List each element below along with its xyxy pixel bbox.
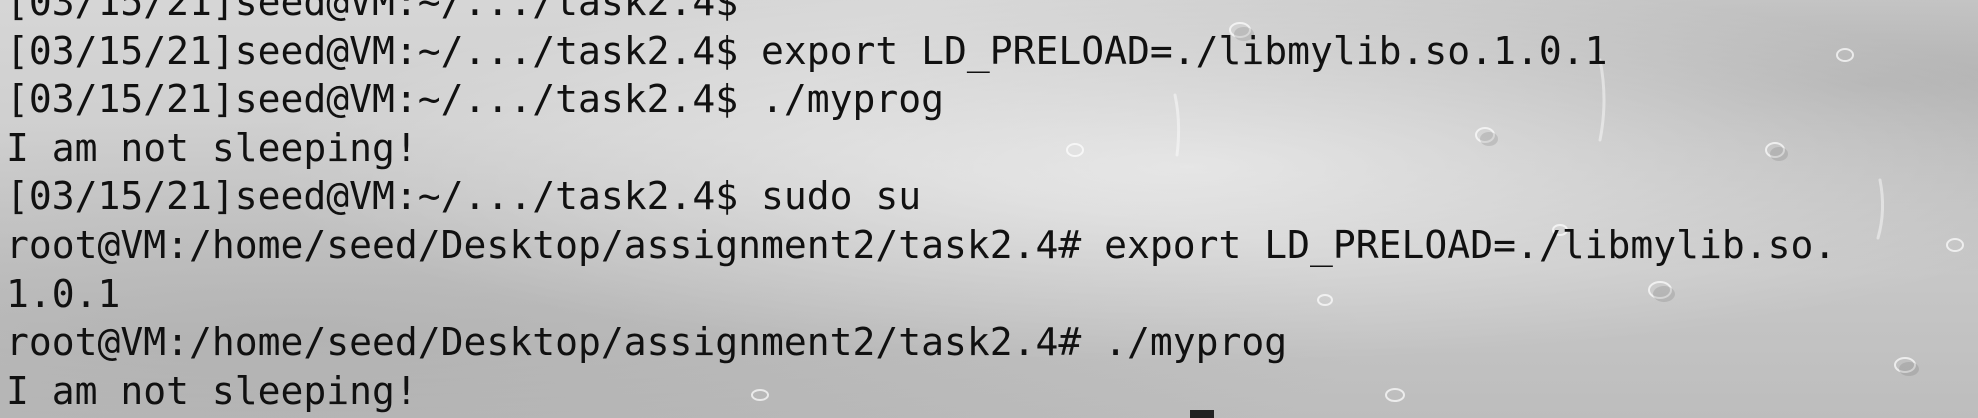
terminal-line: I am not sleeping! [6, 125, 418, 170]
terminal-window[interactable]: [03/15/21]seed@VM:~/.../task2.4$ [03/15/2… [0, 0, 1978, 418]
droplet-shadow [1899, 362, 1919, 376]
droplet [1894, 357, 1916, 373]
terminal-line: [03/15/21]seed@VM:~/.../task2.4$ [6, 0, 739, 24]
droplet [1836, 48, 1854, 62]
terminal-output: [03/15/21]seed@VM:~/.../task2.4$ [03/15/2… [6, 0, 1836, 415]
terminal-line: 1.0.1 [6, 271, 121, 316]
terminal-line: [03/15/21]seed@VM:~/.../task2.4$ export … [6, 28, 1608, 73]
terminal-line: root@VM:/home/seed/Desktop/assignment2/t… [6, 320, 1288, 365]
terminal-line: root@VM:/home/seed/Desktop/assignment2/t… [6, 222, 1837, 267]
terminal-line: [03/15/21]seed@VM:~/.../task2.4$ sudo su [6, 174, 922, 219]
text-cursor [1190, 410, 1214, 418]
drip-streak [1876, 178, 1885, 240]
terminal-line: [03/15/21]seed@VM:~/.../task2.4$ ./mypro… [6, 77, 944, 122]
droplet [1946, 238, 1964, 252]
terminal-line: I am not sleeping! [6, 368, 418, 413]
